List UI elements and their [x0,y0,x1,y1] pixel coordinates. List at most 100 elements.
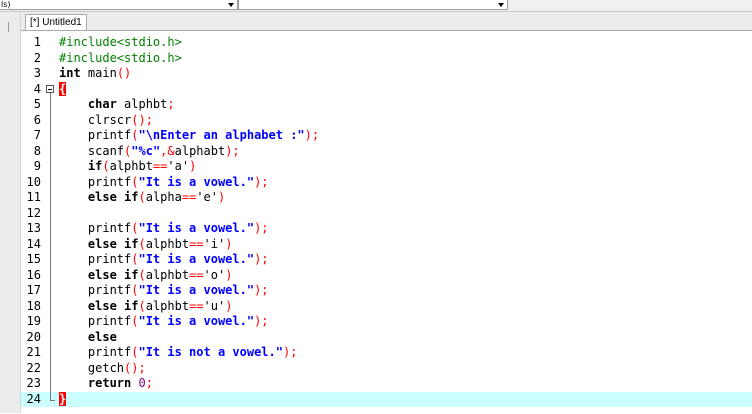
code-line[interactable]: 14 else if(alphbt=='i') [21,236,752,252]
line-number: 1 [33,35,41,49]
matched-brace: } [59,391,67,406]
code-text: printf("It is a vowel."); [59,221,269,237]
function-combo[interactable] [238,0,508,10]
code-text: char alphbt; [59,97,175,113]
code-line[interactable]: 17 printf("It is a vowel."); [21,283,752,299]
code-line[interactable]: 8 scanf("%c",&alphabt); [21,143,752,159]
code-token: else [87,329,117,344]
code-text: #include<stdio.h> [59,35,182,51]
fold-guide-line [50,190,51,206]
fold-guide [46,329,56,345]
code-token: alphbt [145,236,190,251]
code-line[interactable]: 4{ [21,81,752,98]
code-line[interactable]: 19 printf("It is a vowel."); [21,314,752,330]
code-token: ; [145,376,153,390]
code-line[interactable]: 10 printf("It is a vowel."); [21,174,752,191]
code-token: 'i' [203,236,226,251]
code-token: "\nEnter an alphabet :" [138,128,305,142]
code-text: int main() [59,66,131,82]
code-line[interactable]: 24} [21,391,752,408]
fold-guide [46,205,56,221]
code-token: ); [254,252,269,266]
code-token: alphbt [145,298,190,313]
code-text: #include<stdio.h> [59,51,182,67]
fold-guide [46,221,56,237]
scope-combo[interactable]: ls) [0,0,238,10]
code-token: 'a' [167,159,190,173]
fold-guide-line [50,97,51,113]
code-token: printf [59,174,132,189]
code-token: 'e' [196,190,218,204]
panel-splitter[interactable] [0,22,9,32]
fold-guide [46,267,56,283]
code-token: "It is a vowel." [138,252,255,266]
code-text: else if(alpha=='e') [59,190,225,206]
code-line[interactable]: 9 if(alphbt=='a') [21,159,752,175]
code-line[interactable]: 3 int main() [21,66,752,82]
code-text: printf("It is a vowel."); [59,314,269,330]
line-number: 5 [33,97,41,111]
fold-guide [46,345,56,361]
tab-untitled1[interactable]: [*] Untitled1 [25,14,87,30]
code-token: 'u' [203,298,226,313]
minus-box-icon[interactable] [46,84,54,93]
code-token: if [124,267,139,282]
fold-guide-line [50,143,51,159]
code-line[interactable]: 18 else if(alphbt=='u') [21,298,752,314]
code-token: alpha [145,190,182,204]
code-token: ); [304,128,320,142]
code-token: ); [254,221,269,235]
code-token: ( [102,159,110,173]
fold-guide [46,159,56,175]
code-token: == [189,298,204,313]
code-editor[interactable]: 1 #include<stdio.h> 2 #include<stdio.h> 3 int… [21,30,752,414]
fold-guide [46,360,56,376]
code-line[interactable]: 20 else [21,329,752,345]
chevron-down-icon[interactable] [495,0,507,9]
code-line[interactable]: 23 return 0; [21,376,752,392]
code-line[interactable]: 11 else if(alpha=='e') [21,190,752,206]
code-token: printf [59,283,132,297]
fold-guide-line [50,345,51,361]
chevron-down-icon[interactable] [225,0,237,9]
code-line[interactable]: 12 [21,205,752,221]
code-text: return 0; [59,376,153,392]
fold-guide-line [50,314,51,330]
code-line[interactable]: 6 clrscr(); [21,112,752,128]
fold-guide [46,376,56,392]
fold-collapse-icon[interactable] [46,82,56,98]
code-line[interactable]: 15 printf("It is a vowel."); [21,252,752,268]
code-line[interactable]: 7 printf("\nEnter an alphabet :"); [21,128,752,144]
code-line[interactable]: 22 getch(); [21,360,752,376]
code-line[interactable]: 1 #include<stdio.h> [21,35,752,51]
fold-end-icon [46,391,56,408]
code-line[interactable]: 13 printf("It is a vowel."); [21,221,752,237]
code-line[interactable]: 2 #include<stdio.h> [21,51,752,67]
code-token: if [124,298,139,313]
code-token: ); [225,143,240,158]
fold-guide-line [50,298,51,314]
line-number: 2 [33,50,41,65]
code-token: alphabt [174,143,226,158]
code-token: else [87,190,117,204]
code-line[interactable]: 5 char alphbt; [21,97,752,113]
fold-guide [46,174,56,190]
code-line[interactable]: 16 else if(alphbt=='o') [21,267,752,283]
code-token: () [116,66,132,80]
code-token: #include<stdio.h> [59,50,182,65]
line-number: 12 [26,205,41,220]
code-line[interactable]: 21 printf("It is not a vowel."); [21,345,752,361]
code-text: printf("It is a vowel."); [59,175,269,191]
fold-guide [46,112,56,128]
code-token: "It is a vowel." [138,221,255,235]
fold-guide [46,97,56,113]
code-token: == [189,236,204,251]
fold-guide [46,143,56,159]
